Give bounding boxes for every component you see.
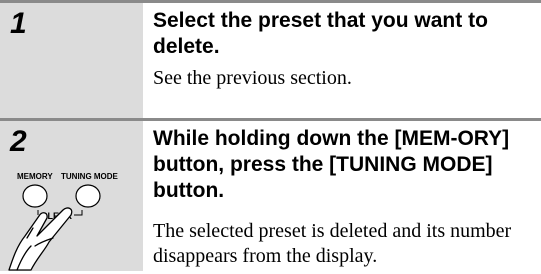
step-number: 1 xyxy=(10,7,27,40)
step-number: 2 xyxy=(10,125,27,158)
step-instruction: While holding down the [MEM-ORY] button,… xyxy=(153,127,510,202)
memory-button-icon xyxy=(22,184,48,208)
step-1: 1 Select the preset that you want to del… xyxy=(0,0,541,118)
step-content-cell: Select the preset that you want to delet… xyxy=(146,3,541,118)
remote-buttons-illustration: MEMORY TUNING MODE CLEAR xyxy=(8,172,119,271)
step-content-cell: While holding down the [MEM-ORY] button,… xyxy=(146,121,541,271)
step-number-cell: 1 xyxy=(0,3,143,118)
memory-button-label: MEMORY xyxy=(17,172,53,181)
tuning-mode-button-label: TUNING MODE xyxy=(61,172,119,181)
step-2: 2 MEMORY TUNING MODE CLEAR While holding… xyxy=(0,118,541,271)
step-note: See the previous section. xyxy=(153,67,352,89)
step-number-cell: 2 MEMORY TUNING MODE CLEAR xyxy=(0,121,143,271)
step-note: The selected preset is deleted and its n… xyxy=(153,220,512,267)
hand-icon xyxy=(8,207,73,271)
step-instruction: Select the preset that you want to delet… xyxy=(153,9,488,58)
tuning-mode-button-icon xyxy=(75,184,101,208)
